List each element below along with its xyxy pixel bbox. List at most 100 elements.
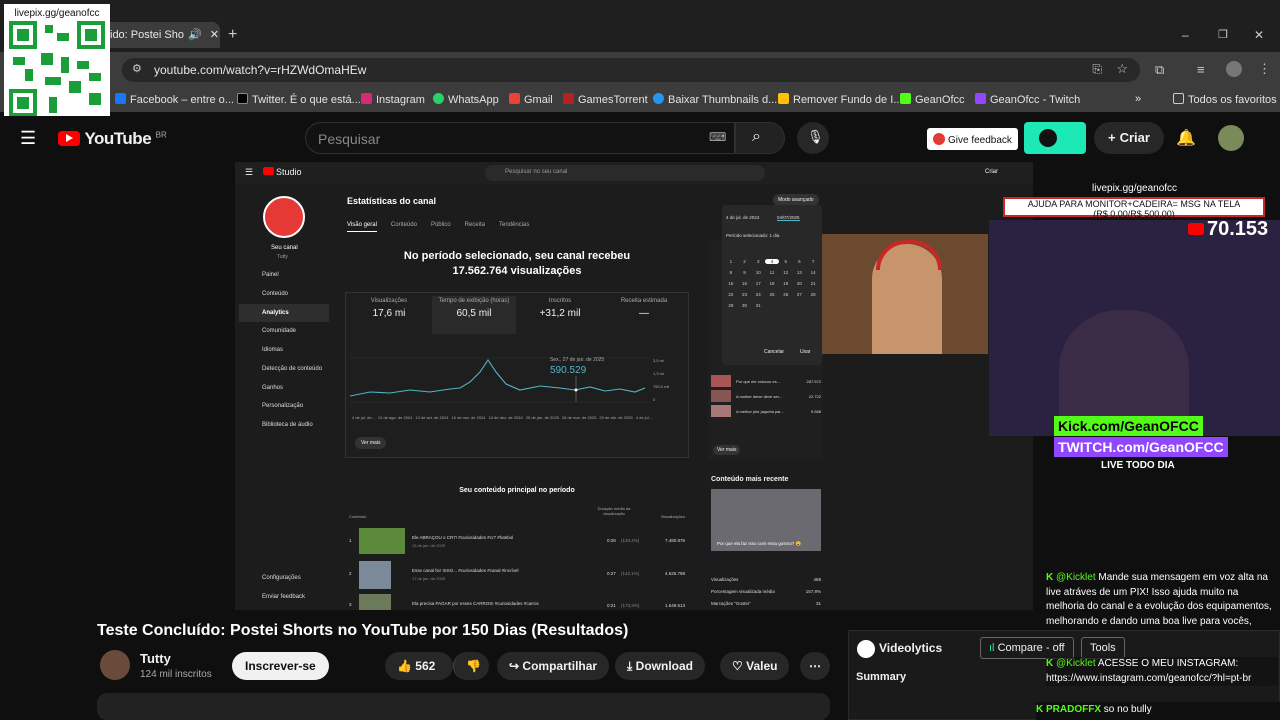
bookmark-instagram[interactable]: Instagram bbox=[361, 93, 425, 106]
bookmark-kick[interactable]: GeanOfcc bbox=[900, 93, 965, 106]
x-icon bbox=[237, 93, 248, 104]
calendar-day: 22 bbox=[728, 292, 734, 297]
twitch-link: TWITCH.com/GeanOFCC bbox=[1054, 437, 1228, 457]
search-button[interactable]: ⌕ bbox=[735, 122, 785, 154]
search-input[interactable]: Pesquisar bbox=[305, 122, 735, 154]
subscribe-button[interactable]: Inscrever-se bbox=[232, 652, 329, 680]
keyboard-icon[interactable]: ⌨ bbox=[709, 130, 726, 144]
streamer-webcam bbox=[822, 234, 988, 354]
bookmark-twitter[interactable]: Twitter. É o que está... bbox=[237, 93, 361, 106]
site-info-icon[interactable]: ⚙ bbox=[132, 62, 142, 75]
voice-search-button[interactable]: 🎙 bbox=[797, 122, 829, 154]
bookmark-whatsapp[interactable]: WhatsApp bbox=[433, 93, 499, 106]
close-window-icon[interactable]: ✕ bbox=[1254, 28, 1264, 42]
top-content-title: Seu conteúdo principal no período bbox=[459, 487, 575, 494]
video-title: Teste Concluído: Postei Shorts no YouTub… bbox=[97, 622, 629, 639]
calendar-day: 23 bbox=[742, 292, 748, 297]
like-button[interactable]: 👍 562 bbox=[385, 652, 453, 680]
views-line-chart bbox=[350, 357, 650, 403]
calendar-day: 15 bbox=[728, 281, 734, 286]
profile-avatar[interactable] bbox=[1226, 61, 1242, 77]
studio-nav-ganhos: Ganhos bbox=[262, 385, 284, 391]
tools-button[interactable]: Tools bbox=[1081, 637, 1125, 659]
maximize-icon[interactable]: ❐ bbox=[1218, 28, 1228, 41]
description-box[interactable] bbox=[97, 693, 830, 720]
live-daily-label: LIVE TODO DIA bbox=[1101, 460, 1175, 471]
calendar-day: 17 bbox=[755, 281, 761, 286]
youtube-logo[interactable]: YouTube BR bbox=[58, 129, 167, 149]
studio-headline: No período selecionado, seu canal recebe… bbox=[403, 250, 631, 277]
studio-play-icon bbox=[263, 167, 274, 175]
share-button[interactable]: ↪ Compartilhar bbox=[497, 652, 610, 680]
bookmark-gamestorrent[interactable]: GamesTorrent bbox=[563, 93, 648, 106]
tab-close-icon[interactable]: ✕ bbox=[210, 29, 219, 41]
notifications-bell-icon[interactable]: 🔔 bbox=[1176, 128, 1196, 148]
extensions-icon[interactable]: ⧉ bbox=[1155, 62, 1164, 78]
dislike-button[interactable]: 👎 bbox=[453, 652, 489, 680]
qr-label: livepix.gg/geanofcc bbox=[14, 8, 100, 19]
user-avatar[interactable] bbox=[1218, 125, 1244, 151]
more-actions-button[interactable]: ⋯ bbox=[800, 652, 830, 680]
super-thanks-icon: ♡ bbox=[732, 659, 743, 673]
youtube-viewers-icon bbox=[1188, 223, 1204, 235]
videolytics-title: Videolytics bbox=[879, 641, 943, 655]
studio-menu-icon: ☰ bbox=[245, 167, 254, 177]
compare-button[interactable]: ıl Compare - off bbox=[980, 637, 1074, 659]
summary-label: Summary bbox=[856, 671, 907, 683]
right-see-more: Ver mais bbox=[713, 445, 741, 455]
kick-badge-icon: K bbox=[1036, 704, 1044, 715]
twitch-icon bbox=[975, 93, 986, 104]
folder-icon bbox=[1173, 93, 1184, 104]
calendar-day: 27 bbox=[796, 292, 802, 297]
create-button[interactable]: + Criar bbox=[1094, 122, 1164, 154]
thumbs-down-icon: 👎 bbox=[466, 659, 481, 673]
address-bar[interactable]: ⚙ youtube.com/watch?v=rHZWdOmaHEw ⎘ ☆ bbox=[122, 58, 1140, 82]
share-icon: ↪ bbox=[509, 659, 520, 673]
calendar-day: 4 bbox=[765, 259, 779, 264]
videolytics-logo-icon bbox=[857, 640, 875, 658]
mic-icon: 🎙 bbox=[807, 129, 824, 144]
qr-code-icon bbox=[9, 21, 105, 117]
more-icon: ⋯ bbox=[809, 659, 821, 673]
metric-subscribers: Inscritos +31,2 mil bbox=[539, 298, 581, 319]
bookmark-facebook[interactable]: Facebook – entre o... bbox=[115, 93, 234, 106]
studio-nav-configuracoes: Configurações bbox=[262, 575, 301, 581]
media-icon[interactable]: ≡ bbox=[1197, 62, 1205, 77]
studio-header: ☰ Studio Pesquisar no seu canal Criar bbox=[235, 162, 1033, 184]
calendar-day: 8 bbox=[729, 270, 733, 275]
minimize-icon[interactable]: – bbox=[1182, 28, 1189, 42]
browser-tab[interactable]: ido: Postei Sho 🔊 ✕ bbox=[100, 22, 220, 48]
livepix-qr-overlay: livepix.gg/geanofcc bbox=[4, 4, 110, 122]
studio-nav-feedback: Enviar feedback bbox=[262, 594, 306, 600]
calendar-day: 2 bbox=[743, 259, 746, 264]
hamburger-menu-icon[interactable]: ☰ bbox=[20, 128, 36, 149]
gamestorrent-icon bbox=[563, 93, 574, 104]
all-favorites[interactable]: Todos os favoritos bbox=[1173, 93, 1277, 106]
kick-icon bbox=[900, 93, 911, 104]
download-button[interactable]: ⤓ Download bbox=[615, 652, 705, 680]
videolytics-extension-button[interactable] bbox=[1024, 122, 1086, 154]
bookmark-remove-bg[interactable]: Remover Fundo de I... bbox=[778, 93, 902, 106]
bookmark-thumbnails[interactable]: Baixar Thumbnails d... bbox=[653, 93, 777, 106]
channel-name[interactable]: Tutty bbox=[140, 651, 171, 666]
channel-avatar[interactable] bbox=[100, 650, 130, 680]
videolytics-icon bbox=[1039, 129, 1057, 147]
new-tab-button[interactable]: + bbox=[228, 26, 237, 44]
bookmark-twitch[interactable]: GeanOfcc - Twitch bbox=[975, 93, 1080, 106]
bookmark-star-icon[interactable]: ☆ bbox=[1116, 61, 1128, 77]
studio-nav-deteccao: Detecção de conteúdo bbox=[262, 366, 323, 372]
date-picker: 4 de jul. de 2024 04/07/2025 Período sel… bbox=[722, 205, 822, 365]
tab-audio-icon[interactable]: 🔊 bbox=[188, 29, 202, 41]
recent-content-title: Conteúdo mais recente bbox=[711, 476, 789, 483]
thanks-button[interactable]: ♡ Valeu bbox=[720, 652, 790, 680]
calendar-day: 11 bbox=[769, 270, 775, 275]
calendar-day: 26 bbox=[783, 292, 789, 297]
bookmark-gmail[interactable]: Gmail bbox=[509, 93, 553, 106]
browser-menu-icon[interactable]: ⋮ bbox=[1258, 61, 1271, 77]
studio-nav-conteudo: Conteúdo bbox=[262, 291, 289, 297]
more-bookmarks-icon[interactable]: » bbox=[1135, 93, 1141, 105]
stream-chat-message: K @Kicklet ACESSE O MEU INSTAGRAM: https… bbox=[1046, 657, 1278, 686]
give-feedback-button[interactable]: Give feedback bbox=[927, 128, 1018, 150]
calendar-day: 25 bbox=[769, 292, 775, 297]
install-icon[interactable]: ⎘ bbox=[1092, 62, 1102, 77]
